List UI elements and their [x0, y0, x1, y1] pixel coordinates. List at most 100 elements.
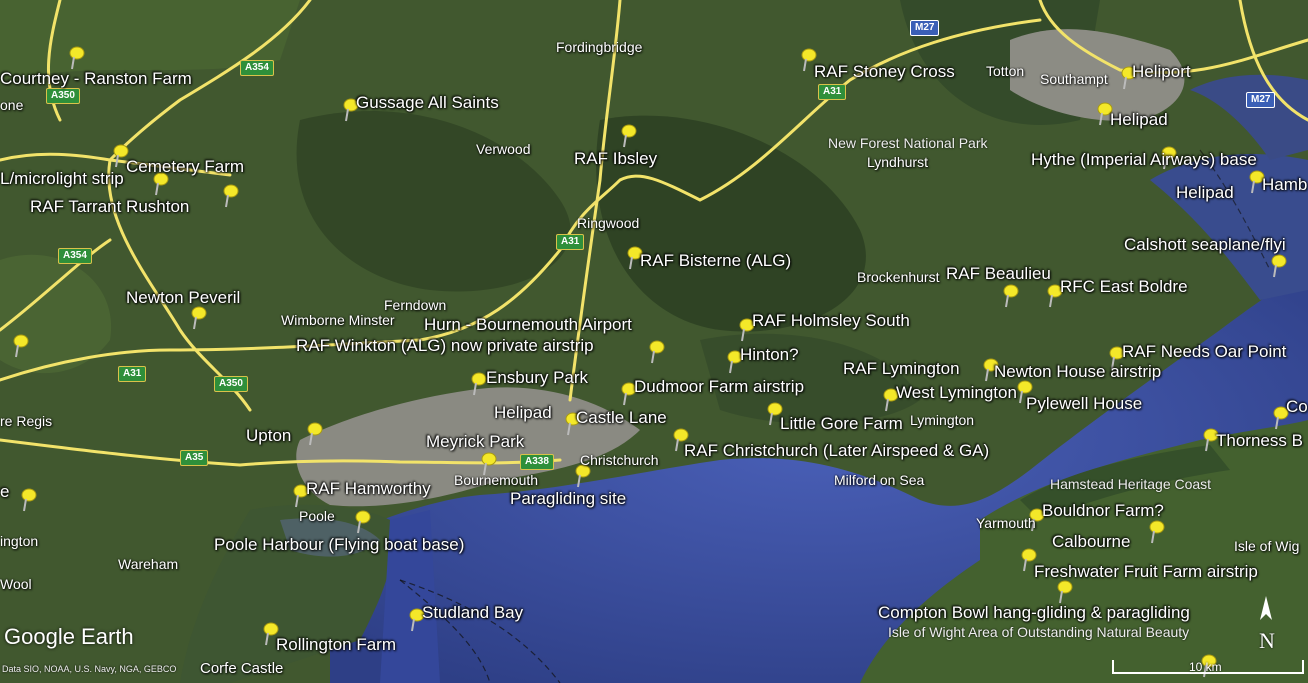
label-raf-bisterne[interactable]: RAF Bisterne (ALG)	[640, 252, 791, 269]
label-wool: Wool	[0, 576, 32, 592]
label-dudmoor-farm-airstrip[interactable]: Dudmoor Farm airstrip	[634, 378, 804, 395]
google-earth-logo: Google Earth	[4, 624, 134, 649]
label-new-forest-national-park: New Forest National Park	[828, 135, 988, 151]
label-upton[interactable]: Upton	[246, 427, 291, 444]
label-christchurch: Christchurch	[580, 452, 659, 468]
label-verwood: Verwood	[476, 141, 531, 157]
north-label: N	[1259, 628, 1275, 653]
label-raf-beaulieu[interactable]: RAF Beaulieu	[946, 265, 1051, 282]
label-freshwater-fruit-farm[interactable]: Freshwater Fruit Farm airstrip	[1034, 563, 1258, 580]
label-raf-stoney-cross[interactable]: RAF Stoney Cross	[814, 63, 955, 80]
label-isle-of-wight: Isle of Wig	[1234, 538, 1300, 554]
label-castle-lane[interactable]: Castle Lane	[576, 409, 667, 426]
road-shield-m27: M27	[910, 20, 940, 36]
label-raf-needs-oar-point[interactable]: RAF Needs Oar Point	[1122, 343, 1286, 360]
label-corfe-castle: Corfe Castle	[200, 660, 284, 677]
label-compton-bowl[interactable]: Compton Bowl hang-gliding & paragliding	[878, 604, 1190, 621]
label-fordingbridge: Fordingbridge	[556, 39, 643, 55]
label-yarmouth: Yarmouth	[976, 515, 1036, 531]
label-paragliding-site[interactable]: Paragliding site	[510, 490, 626, 507]
label-raf-ibsley[interactable]: RAF Ibsley	[574, 150, 657, 167]
label-hythe-imperial-airways[interactable]: Hythe (Imperial Airways) base	[1031, 151, 1257, 168]
yellow-pushpin-icon[interactable]	[616, 122, 638, 148]
scale-label: 10 km	[1189, 660, 1222, 674]
label-courtney-ranston-farm[interactable]: Courtney - Ranston Farm	[0, 70, 192, 87]
yellow-pushpin-icon[interactable]	[64, 44, 86, 70]
label-microlight-strip[interactable]: L/microlight strip	[0, 170, 124, 187]
label-helipad[interactable]: Helipad	[494, 404, 552, 421]
label-ringwood: Ringwood	[577, 215, 640, 231]
label-southampton: Southampt	[1040, 71, 1108, 87]
yellow-pushpin-icon[interactable]	[218, 182, 240, 208]
yellow-pushpin-icon[interactable]	[1144, 518, 1166, 544]
label-poole-harbour[interactable]: Poole Harbour (Flying boat base)	[214, 536, 464, 553]
label-raf-tarrant-rushton[interactable]: RAF Tarrant Rushton	[30, 198, 189, 215]
label-meyrick-park[interactable]: Meyrick Park	[426, 433, 524, 450]
label-newton-house-airstrip[interactable]: Newton House airstrip	[994, 363, 1161, 380]
yellow-pushpin-icon[interactable]	[998, 282, 1020, 308]
label-hurn-bournemouth-airport[interactable]: Hurn - Bournemouth Airport	[424, 316, 632, 333]
yellow-pushpin-icon[interactable]	[466, 370, 488, 396]
yellow-pushpin-icon[interactable]	[302, 420, 324, 446]
label-raf-winkton[interactable]: RAF Winkton (ALG) now private airstrip	[296, 337, 594, 354]
label-heliport[interactable]: Heliport	[1132, 63, 1191, 80]
label-place[interactable]: Co	[1286, 398, 1308, 415]
label-cemetery-farm[interactable]: Cemetery Farm	[126, 158, 244, 175]
road-shield-a31: A31	[118, 366, 147, 382]
yellow-pushpin-icon[interactable]	[8, 332, 30, 358]
label-lymington: Lymington	[910, 412, 975, 428]
attribution-text: Data SIO, NOAA, U.S. Navy, NGA, GEBCO	[2, 664, 177, 674]
label-rollington-farm[interactable]: Rollington Farm	[276, 636, 396, 653]
label-little-gore-farm[interactable]: Little Gore Farm	[780, 415, 903, 432]
label-rfc-east-boldre[interactable]: RFC East Boldre	[1060, 278, 1188, 295]
label-poole: Poole	[299, 508, 335, 524]
label-raf-christchurch[interactable]: RAF Christchurch (Later Airspeed & GA)	[684, 442, 989, 459]
yellow-pushpin-icon[interactable]	[350, 508, 372, 534]
label-raf-hamworthy[interactable]: RAF Hamworthy	[306, 480, 431, 497]
road-shield-a338: A338	[520, 454, 554, 470]
label-wareham: Wareham	[118, 556, 179, 572]
yellow-pushpin-icon[interactable]	[644, 338, 666, 364]
label-thorness-bay[interactable]: Thorness B	[1216, 432, 1303, 449]
label-totton: Totton	[986, 63, 1025, 79]
road-shield-m27: M27	[1246, 92, 1276, 108]
label-hinton[interactable]: Hinton?	[740, 346, 799, 363]
yellow-pushpin-icon[interactable]	[1266, 252, 1288, 278]
label-calshott-seaplane[interactable]: Calshott seaplane/flyi	[1124, 236, 1286, 253]
label-lyndhurst: Lyndhurst	[867, 154, 928, 170]
label-wimborne-minster: Wimborne Minster	[281, 312, 395, 328]
label-helipad[interactable]: Helipad	[1110, 111, 1168, 128]
label-milford-on-sea: Milford on Sea	[834, 472, 925, 488]
road-shield-a350: A350	[214, 376, 248, 392]
label-bouldnor-farm[interactable]: Bouldnor Farm?	[1042, 502, 1164, 519]
yellow-pushpin-icon[interactable]	[186, 304, 208, 330]
label-helipad[interactable]: Helipad	[1176, 184, 1234, 201]
road-shield-a350: A350	[46, 88, 80, 104]
label-studland-bay[interactable]: Studland Bay	[422, 604, 523, 621]
label-isle-of-wight-aonb: Isle of Wight Area of Outstanding Natura…	[888, 624, 1190, 640]
yellow-pushpin-icon[interactable]	[1052, 578, 1074, 604]
label-pylewell-house[interactable]: Pylewell House	[1026, 395, 1142, 412]
label-place: e	[0, 482, 10, 501]
road-shield-a35: A35	[180, 450, 209, 466]
road-shield-a354: A354	[240, 60, 274, 76]
yellow-pushpin-icon[interactable]	[16, 486, 38, 512]
label-west-lymington[interactable]: West Lymington	[896, 384, 1017, 401]
label-ferndown: Ferndown	[384, 297, 447, 313]
label-ensbury-park[interactable]: Ensbury Park	[486, 369, 588, 386]
label-place: ington	[0, 533, 39, 549]
map-view[interactable]: A354 A350 A354 A31 A350 A35 A338 A31 A31…	[0, 0, 1308, 683]
label-raf-holmsley-south[interactable]: RAF Holmsley South	[752, 312, 910, 329]
label-calbourne[interactable]: Calbourne	[1052, 533, 1130, 550]
label-gussage-all-saints[interactable]: Gussage All Saints	[356, 94, 499, 111]
road-shield-a354: A354	[58, 248, 92, 264]
label-hamble[interactable]: Hamb	[1262, 176, 1307, 193]
label-brockenhurst: Brockenhurst	[857, 269, 940, 285]
road-shield-a31: A31	[556, 234, 585, 250]
label-place: one	[0, 97, 24, 113]
label-raf-lymington[interactable]: RAF Lymington	[843, 360, 960, 377]
label-place: re Regis	[0, 413, 53, 429]
label-newton-peveril[interactable]: Newton Peveril	[126, 289, 240, 306]
label-hamstead-heritage-coast: Hamstead Heritage Coast	[1050, 476, 1212, 492]
road-shield-a31: A31	[818, 84, 847, 100]
